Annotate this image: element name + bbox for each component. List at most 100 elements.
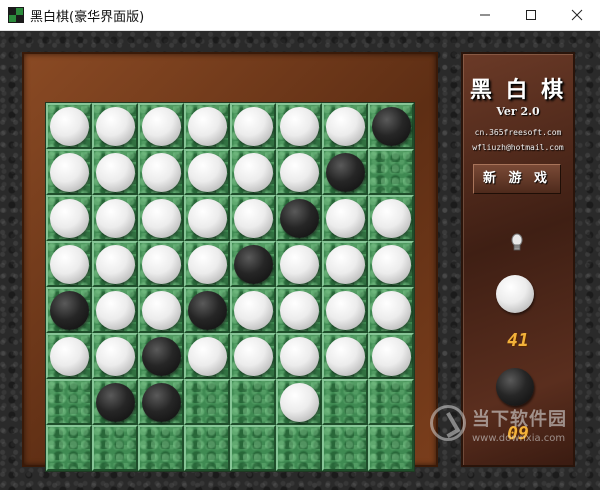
black-disc bbox=[372, 107, 411, 146]
board-cell[interactable] bbox=[184, 379, 230, 425]
board-cell[interactable] bbox=[230, 149, 276, 195]
window-title: 黑白棋(豪华界面版) bbox=[30, 10, 145, 25]
board-cell[interactable] bbox=[184, 425, 230, 471]
board-cell[interactable] bbox=[184, 287, 230, 333]
board-cell[interactable] bbox=[368, 103, 414, 149]
board-cell[interactable] bbox=[276, 333, 322, 379]
black-disc bbox=[142, 383, 181, 422]
board-cell[interactable] bbox=[368, 379, 414, 425]
white-disc bbox=[96, 107, 135, 146]
white-disc bbox=[188, 245, 227, 284]
white-disc bbox=[50, 199, 89, 238]
board-cell[interactable] bbox=[92, 333, 138, 379]
website-link[interactable]: cn.365freesoft.com bbox=[463, 128, 573, 137]
board-cell[interactable] bbox=[138, 425, 184, 471]
white-disc bbox=[280, 245, 319, 284]
board-cell[interactable] bbox=[368, 425, 414, 471]
hint-bulb-icon[interactable] bbox=[508, 232, 526, 254]
board-cell[interactable] bbox=[322, 195, 368, 241]
white-disc bbox=[142, 107, 181, 146]
white-disc bbox=[234, 107, 273, 146]
board-cell[interactable] bbox=[322, 103, 368, 149]
board-cell[interactable] bbox=[92, 195, 138, 241]
black-disc bbox=[50, 291, 89, 330]
board-cell[interactable] bbox=[184, 195, 230, 241]
board-cell[interactable] bbox=[322, 425, 368, 471]
board-cell[interactable] bbox=[230, 241, 276, 287]
white-disc bbox=[96, 199, 135, 238]
white-disc bbox=[96, 245, 135, 284]
board-cell[interactable] bbox=[276, 287, 322, 333]
white-disc bbox=[280, 383, 319, 422]
board-cell[interactable] bbox=[138, 195, 184, 241]
game-board[interactable] bbox=[46, 103, 414, 471]
board-cell[interactable] bbox=[184, 333, 230, 379]
board-cell[interactable] bbox=[138, 287, 184, 333]
board-cell[interactable] bbox=[368, 287, 414, 333]
board-cell[interactable] bbox=[46, 287, 92, 333]
board-cell[interactable] bbox=[92, 103, 138, 149]
board-cell[interactable] bbox=[322, 287, 368, 333]
board-cell[interactable] bbox=[368, 195, 414, 241]
white-disc bbox=[372, 291, 411, 330]
white-disc bbox=[142, 245, 181, 284]
white-disc bbox=[188, 199, 227, 238]
board-cell[interactable] bbox=[230, 287, 276, 333]
board-cell[interactable] bbox=[138, 379, 184, 425]
board-cell[interactable] bbox=[322, 333, 368, 379]
maximize-button[interactable] bbox=[508, 0, 554, 30]
board-cell[interactable] bbox=[46, 103, 92, 149]
board-cell[interactable] bbox=[138, 241, 184, 287]
black-disc bbox=[142, 337, 181, 376]
board-cell[interactable] bbox=[230, 195, 276, 241]
board-cell[interactable] bbox=[46, 379, 92, 425]
board-cell[interactable] bbox=[92, 379, 138, 425]
watermark-logo-icon bbox=[430, 405, 466, 441]
board-cell[interactable] bbox=[276, 195, 322, 241]
board-cell[interactable] bbox=[46, 195, 92, 241]
board-cell[interactable] bbox=[184, 149, 230, 195]
board-cell[interactable] bbox=[368, 333, 414, 379]
board-cell[interactable] bbox=[322, 241, 368, 287]
board-cell[interactable] bbox=[276, 149, 322, 195]
board-cell[interactable] bbox=[276, 379, 322, 425]
board-cell[interactable] bbox=[92, 241, 138, 287]
board-cell[interactable] bbox=[92, 287, 138, 333]
board-cell[interactable] bbox=[46, 241, 92, 287]
board-cell[interactable] bbox=[138, 333, 184, 379]
close-icon bbox=[571, 9, 583, 21]
maximize-icon bbox=[526, 10, 536, 20]
white-disc bbox=[96, 337, 135, 376]
board-cell[interactable] bbox=[230, 103, 276, 149]
board-cell[interactable] bbox=[92, 425, 138, 471]
white-disc bbox=[280, 107, 319, 146]
board-cell[interactable] bbox=[184, 241, 230, 287]
close-button[interactable] bbox=[554, 0, 600, 30]
board-cell[interactable] bbox=[138, 149, 184, 195]
email-link[interactable]: wfliuzh@hotmail.com bbox=[463, 143, 573, 152]
board-cell[interactable] bbox=[276, 241, 322, 287]
board-cell[interactable] bbox=[184, 103, 230, 149]
minimize-button[interactable] bbox=[462, 0, 508, 30]
new-game-button[interactable]: 新 游 戏 bbox=[473, 164, 561, 194]
white-disc bbox=[326, 199, 365, 238]
white-disc bbox=[372, 245, 411, 284]
app-icon bbox=[8, 7, 24, 23]
black-disc bbox=[280, 199, 319, 238]
board-cell[interactable] bbox=[368, 149, 414, 195]
white-disc bbox=[372, 199, 411, 238]
board-cell[interactable] bbox=[230, 333, 276, 379]
board-cell[interactable] bbox=[46, 333, 92, 379]
board-cell[interactable] bbox=[46, 149, 92, 195]
board-cell[interactable] bbox=[322, 379, 368, 425]
board-cell[interactable] bbox=[138, 103, 184, 149]
board-cell[interactable] bbox=[276, 425, 322, 471]
board-cell[interactable] bbox=[92, 149, 138, 195]
board-cell[interactable] bbox=[368, 241, 414, 287]
white-disc bbox=[234, 199, 273, 238]
board-cell[interactable] bbox=[230, 379, 276, 425]
board-cell[interactable] bbox=[276, 103, 322, 149]
board-cell[interactable] bbox=[46, 425, 92, 471]
board-cell[interactable] bbox=[230, 425, 276, 471]
board-cell[interactable] bbox=[322, 149, 368, 195]
